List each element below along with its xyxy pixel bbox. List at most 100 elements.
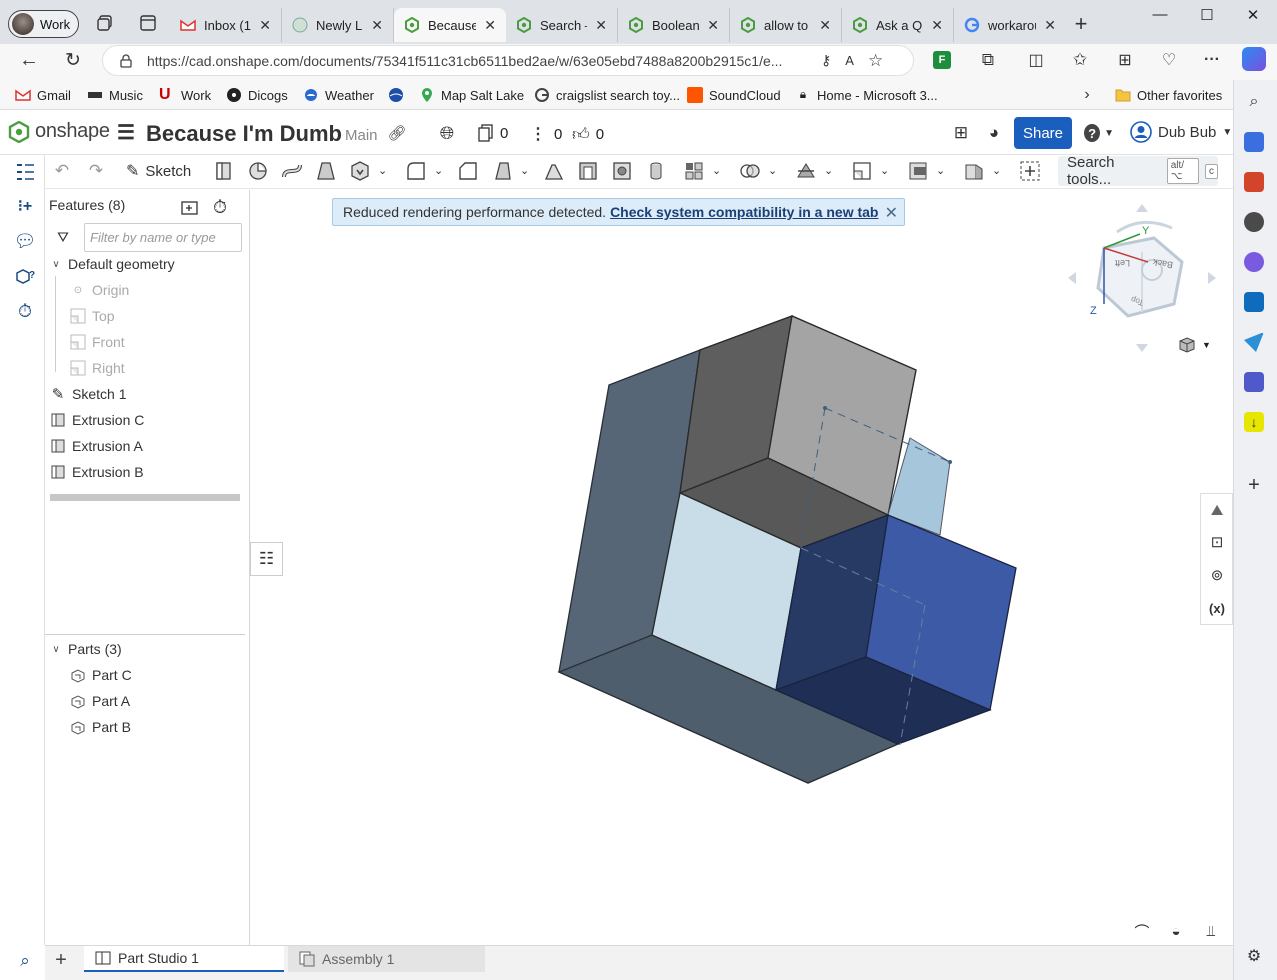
boolean-icon[interactable] [739, 160, 761, 182]
arrow-up-icon[interactable] [1136, 204, 1148, 212]
window-close-icon[interactable]: ✕ [1238, 6, 1268, 26]
feature-extrusion-a[interactable]: Extrusion A [50, 435, 143, 457]
shopping-icon[interactable] [1244, 132, 1264, 152]
parts-group[interactable]: ∨ Parts (3) [50, 638, 121, 660]
browser-tab-boolean[interactable]: Boolean ✕ [618, 8, 730, 42]
measure-tape-icon[interactable]: ⌒ [1133, 922, 1151, 941]
user-menu[interactable]: Dub Bub ▼ [1130, 121, 1232, 143]
chevron-down-icon[interactable]: ⌄ [434, 164, 443, 177]
plane-icon[interactable] [851, 160, 873, 182]
sweep-icon[interactable] [281, 160, 303, 182]
help-button[interactable]: ? ▼ [1084, 123, 1114, 143]
geometry-top-plane[interactable]: Top [70, 305, 115, 327]
3d-model-viewport[interactable] [540, 300, 1040, 800]
browser-tab-because[interactable]: Because ✕ [394, 8, 506, 42]
add-tab-icon[interactable]: + [50, 949, 72, 971]
rib-icon[interactable] [543, 160, 565, 182]
rollback-stopwatch-icon[interactable]: ⏱︎ [209, 196, 231, 218]
history-stopwatch-icon[interactable]: ⏱︎ [14, 300, 36, 322]
chevron-right-icon[interactable]: › [1080, 86, 1094, 104]
share-button[interactable]: Share [1014, 117, 1072, 149]
browser-tab-inbox[interactable]: Inbox (1) ✕ [170, 8, 282, 42]
document-name[interactable]: Because I'm Dumb [146, 121, 342, 147]
part-a[interactable]: Part A [70, 690, 130, 712]
undo-icon[interactable]: ↶ [52, 160, 72, 182]
tab-part-studio-1[interactable]: Part Studio 1 [84, 946, 284, 972]
favorite-map[interactable]: Map Salt Lake [419, 86, 524, 104]
chevron-down-icon[interactable]: ⌄ [768, 164, 777, 177]
extension-icon[interactable]: F [933, 51, 951, 69]
versions-counter[interactable]: 0 [478, 124, 508, 142]
section-view-icon[interactable]: ◒ [1167, 922, 1185, 940]
performance-icon[interactable]: ♡ [1159, 50, 1179, 70]
collections-icon[interactable]: ⊞ [1115, 50, 1135, 70]
shell-icon[interactable] [577, 160, 599, 182]
refresh-icon[interactable]: ↻ [62, 50, 84, 71]
add-custom-feature-icon[interactable] [1019, 160, 1041, 182]
favorite-work[interactable]: U Work [159, 86, 211, 104]
globe-icon[interactable]: 🌐︎ [437, 123, 457, 143]
minimize-icon[interactable]: — [1145, 6, 1175, 26]
fillet-icon[interactable] [405, 160, 427, 182]
add-folder-icon[interactable] [180, 198, 200, 216]
close-tab-icon[interactable]: ✕ [1044, 17, 1056, 34]
learning-center-icon[interactable]: ◕ [984, 123, 1004, 143]
chevron-down-icon[interactable]: ⌄ [824, 164, 833, 177]
chevron-down-icon[interactable]: ⌄ [520, 164, 529, 177]
close-tab-icon[interactable]: ✕ [259, 17, 271, 34]
favorite-noaa[interactable] [388, 86, 410, 104]
part-b[interactable]: Part B [70, 716, 131, 738]
pattern-icon[interactable] [683, 160, 705, 182]
feature-filter-input[interactable]: Filter by name or type [84, 223, 242, 252]
search-parts-icon[interactable]: ⌕ [14, 950, 36, 972]
mass-properties-icon[interactable]: ⊚ [1207, 565, 1227, 585]
read-aloud-icon[interactable]: A [845, 53, 854, 68]
branch-name[interactable]: Main [345, 127, 378, 144]
branches-counter[interactable]: ⋮ 0 [530, 124, 562, 144]
close-tab-icon[interactable]: ✕ [707, 17, 719, 34]
redo-icon[interactable]: ↷ [86, 160, 106, 182]
split-screen-icon[interactable]: ◫ [1026, 50, 1046, 70]
profile-button[interactable]: Work [8, 10, 79, 38]
view-mode-dropdown[interactable]: ▼ [1178, 336, 1211, 354]
browser-tab-ask[interactable]: Ask a Qu✕ [842, 8, 954, 42]
cylinder-icon[interactable] [645, 160, 667, 182]
workspaces-icon[interactable] [96, 14, 114, 32]
feature-extrusion-b[interactable]: Extrusion B [50, 461, 144, 483]
chevron-down-icon[interactable]: ⌄ [936, 164, 945, 177]
chevron-down-icon[interactable]: ⌄ [378, 164, 387, 177]
toggle-list-icon[interactable]: ☷ [250, 542, 283, 576]
browser-tab-allow[interactable]: allow to ✕ [730, 8, 842, 42]
favorite-craigslist[interactable]: craigslist search toy... [534, 86, 680, 104]
add-sidebar-icon[interactable]: + [1244, 474, 1264, 496]
more-menu-icon[interactable]: ··· [1202, 50, 1222, 70]
hole-icon[interactable] [611, 160, 633, 182]
search-tools-input[interactable]: Search tools... alt/⌥ c [1058, 154, 1218, 188]
loft-icon[interactable] [315, 160, 337, 182]
browser-tab-workaround[interactable]: workarou ✕ [954, 8, 1066, 42]
favorite-weather[interactable]: Weather [303, 86, 374, 104]
maximize-icon[interactable]: ☐ [1192, 6, 1222, 26]
split-icon[interactable] [795, 160, 817, 182]
geometry-origin[interactable]: ⊙ Origin [70, 279, 130, 301]
close-tab-icon[interactable]: ✕ [931, 17, 943, 34]
draft-icon[interactable] [491, 160, 513, 182]
browser-tab-newly[interactable]: Newly Li ✕ [282, 8, 394, 42]
filter-icon[interactable]: ⛛ [55, 229, 71, 245]
arrow-left-icon[interactable] [1068, 272, 1076, 284]
sheet-metal-icon[interactable] [963, 160, 985, 182]
named-views-icon[interactable]: ⫫ [1202, 922, 1220, 940]
microsoft365-icon[interactable] [1244, 252, 1264, 272]
geometry-right-plane[interactable]: Right [70, 357, 125, 379]
hamburger-menu-icon[interactable]: ☰ [117, 122, 135, 144]
mate-connector-icon[interactable] [907, 160, 929, 182]
comments-icon[interactable]: 💬︎ [14, 230, 37, 252]
variables-table-icon[interactable]: (x) [1204, 598, 1230, 618]
favorite-star-icon[interactable]: ☆ [868, 51, 883, 71]
url-bar[interactable]: https://cad.onshape.com/documents/75341f… [102, 45, 914, 76]
teams-icon[interactable] [1244, 372, 1264, 392]
panel-divider[interactable] [45, 634, 245, 635]
appearance-icon[interactable]: ⛰ [1207, 500, 1227, 520]
bom-cube-icon[interactable]: ⊡ [1207, 532, 1227, 552]
favorites-icon[interactable]: ✩ [1070, 50, 1090, 70]
